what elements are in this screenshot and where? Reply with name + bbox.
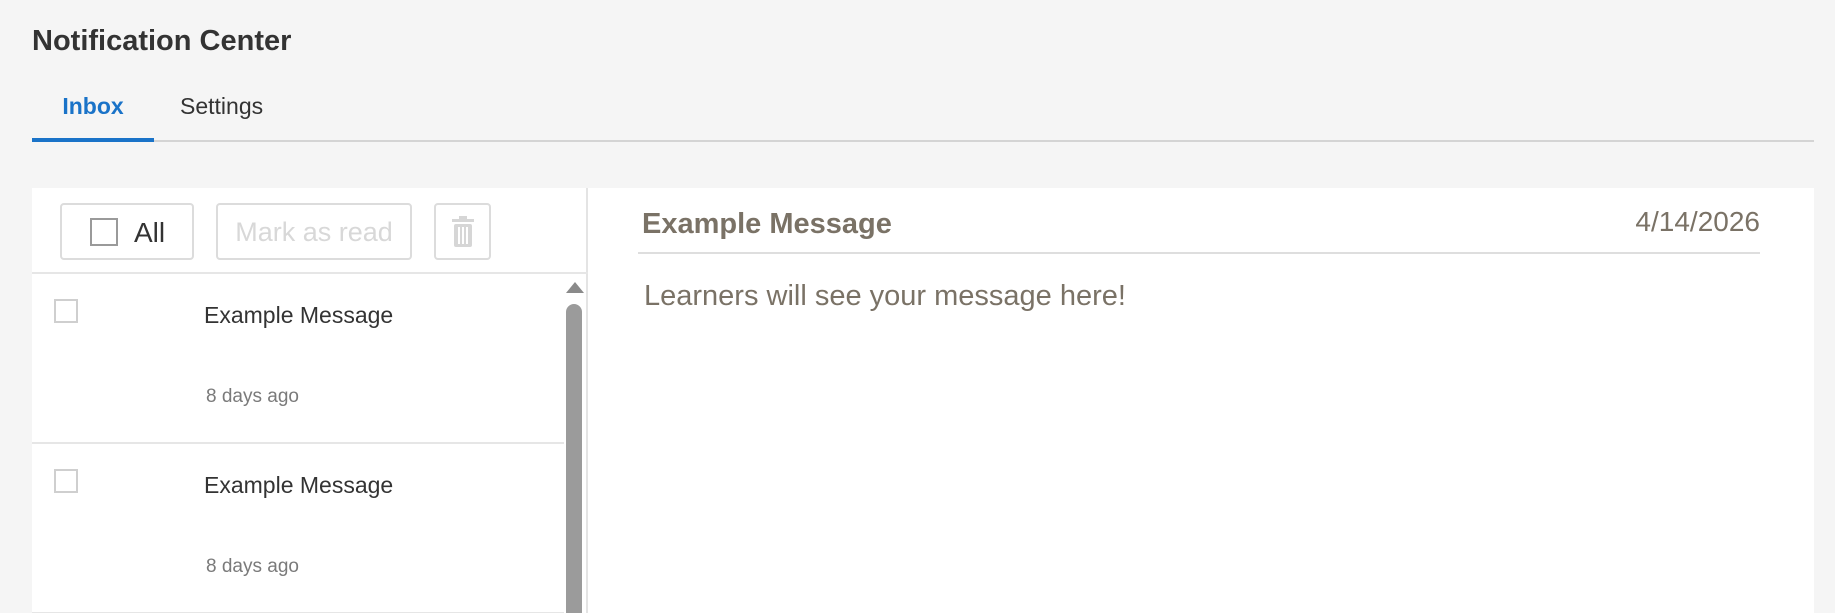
select-all-button[interactable]: All (60, 203, 194, 260)
list-item[interactable]: Example Message 8 days ago (32, 274, 564, 444)
detail-subject: Example Message (642, 208, 892, 240)
message-list: Example Message 8 days ago Example Messa… (32, 274, 564, 613)
tab-bar: Inbox Settings (32, 80, 1814, 142)
message-detail-header: Example Message 4/14/2026 (638, 188, 1760, 254)
inbox-panel: All Mark as read Example Message 8 days … (32, 188, 1814, 613)
message-time: 8 days ago (206, 556, 299, 577)
message-list-pane: All Mark as read Example Message 8 days … (32, 188, 588, 613)
list-item[interactable]: Example Message 8 days ago (32, 444, 564, 613)
message-checkbox[interactable] (54, 299, 78, 323)
detail-date: 4/14/2026 (1635, 206, 1760, 237)
tab-inbox[interactable]: Inbox (32, 80, 154, 142)
mark-as-read-button[interactable]: Mark as read (216, 203, 412, 260)
scrollbar-thumb[interactable] (566, 304, 582, 613)
message-time: 8 days ago (206, 386, 299, 407)
list-toolbar: All Mark as read (32, 188, 588, 274)
page-title: Notification Center (32, 25, 292, 57)
message-subject: Example Message (204, 302, 394, 328)
scroll-up-arrow-icon[interactable] (566, 282, 584, 293)
mark-as-read-label: Mark as read (235, 217, 393, 247)
notification-center-page: Notification Center Inbox Settings All M… (0, 0, 1835, 613)
delete-button[interactable] (434, 203, 491, 260)
message-checkbox[interactable] (54, 469, 78, 493)
detail-body: Learners will see your message here! (644, 280, 1126, 312)
message-detail-pane: Example Message 4/14/2026 Learners will … (588, 188, 1814, 613)
trash-icon (452, 216, 474, 247)
tab-settings[interactable]: Settings (180, 80, 340, 142)
message-subject: Example Message (204, 472, 394, 498)
select-all-checkbox[interactable] (90, 218, 118, 246)
select-all-label: All (134, 217, 166, 248)
